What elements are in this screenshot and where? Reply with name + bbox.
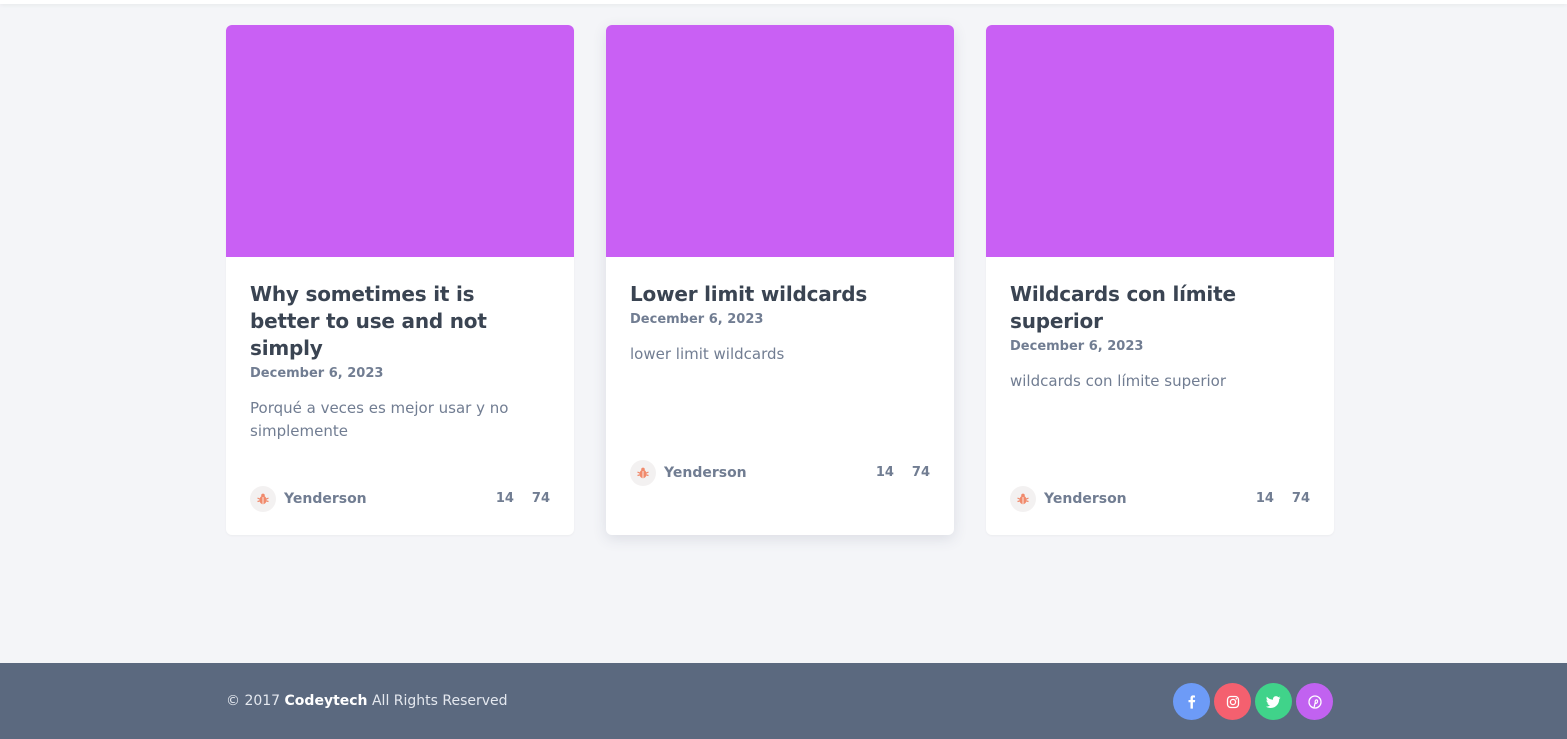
post-card-image[interactable] — [986, 25, 1334, 257]
post-description: Porqué a veces es mejor usar y no simple… — [250, 399, 509, 440]
post-card-footer: Yenderson 14 74 — [630, 459, 930, 487]
author-name: Yenderson — [284, 491, 367, 507]
facebook-icon — [1188, 694, 1195, 709]
author-avatar — [250, 486, 276, 512]
brand-link[interactable]: Codeytech — [285, 693, 368, 709]
site-footer: © 2017 Codeytech All Rights Reserved — [0, 663, 1567, 739]
author-name: Yenderson — [1044, 491, 1127, 507]
post-author[interactable]: Yenderson — [630, 459, 747, 487]
post-card[interactable]: Wildcards con límite superior December 6… — [986, 25, 1334, 535]
author-avatar — [630, 460, 656, 486]
twitter-button[interactable] — [1255, 683, 1292, 720]
post-date: December 6, 2023 — [1010, 339, 1144, 354]
post-card-body: Why sometimes it is better to use and no… — [226, 257, 574, 535]
post-description: lower limit wildcards — [630, 345, 785, 363]
pinterest-icon — [1307, 694, 1322, 709]
post-card[interactable]: Lower limit wildcards December 6, 2023 l… — [606, 25, 954, 535]
post-stats: 14 74 — [496, 485, 550, 511]
post-card-footer: Yenderson 14 74 — [1010, 485, 1310, 513]
bug-icon — [1017, 493, 1029, 505]
post-author[interactable]: Yenderson — [250, 485, 367, 513]
post-title[interactable]: Wildcards con límite superior — [1010, 281, 1310, 335]
pinterest-button[interactable] — [1296, 683, 1333, 720]
author-name: Yenderson — [664, 465, 747, 481]
bug-icon — [637, 467, 649, 479]
post-date: December 6, 2023 — [250, 366, 384, 381]
post-stat-count: 14 — [495, 490, 514, 506]
post-title[interactable]: Why sometimes it is better to use and no… — [250, 281, 550, 362]
author-avatar — [1010, 486, 1036, 512]
copyright-text: © 2017 Codeytech All Rights Reserved — [226, 693, 508, 709]
post-card-image[interactable] — [606, 25, 954, 257]
post-card-footer: Yenderson 14 74 — [250, 485, 550, 513]
social-links — [1173, 683, 1333, 720]
post-stats: 14 74 — [1256, 485, 1310, 511]
copyright-suffix: All Rights Reserved — [367, 693, 508, 709]
bug-icon — [257, 493, 269, 505]
post-author[interactable]: Yenderson — [1010, 485, 1127, 513]
post-description: wildcards con límite superior — [1010, 372, 1227, 390]
post-card-body: Lower limit wildcards December 6, 2023 l… — [606, 257, 954, 535]
post-date: December 6, 2023 — [630, 312, 764, 327]
post-stat-count: 14 — [875, 464, 894, 480]
post-stat-count: 74 — [531, 490, 550, 506]
post-stat-count: 74 — [911, 464, 930, 480]
instagram-button[interactable] — [1214, 683, 1251, 720]
copyright-prefix: © 2017 — [226, 693, 285, 709]
post-title[interactable]: Lower limit wildcards — [630, 281, 930, 308]
post-card-grid: Why sometimes it is better to use and no… — [226, 25, 1334, 537]
post-stat-count: 14 — [1255, 490, 1274, 506]
twitter-icon — [1266, 695, 1281, 708]
post-stat-count: 74 — [1291, 490, 1310, 506]
post-stats: 14 74 — [876, 459, 930, 485]
top-navbar-edge — [0, 0, 1567, 4]
instagram-icon — [1226, 695, 1239, 708]
facebook-button[interactable] — [1173, 683, 1210, 720]
post-card-image[interactable] — [226, 25, 574, 257]
post-card-body: Wildcards con límite superior December 6… — [986, 257, 1334, 535]
post-card[interactable]: Why sometimes it is better to use and no… — [226, 25, 574, 535]
